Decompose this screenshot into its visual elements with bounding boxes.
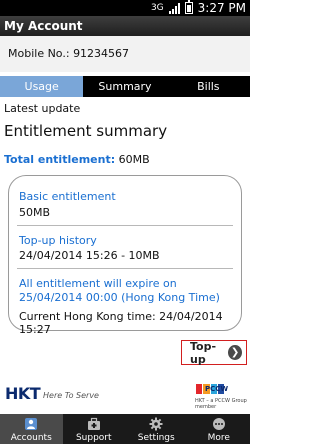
mobile-number-value: 91234567 — [73, 47, 130, 60]
tab-bills[interactable]: Bills — [167, 76, 250, 97]
mobile-number-label: Mobile No.: — [8, 47, 70, 60]
nav-accounts[interactable]: Accounts — [0, 414, 63, 444]
nav-more-label: More — [207, 433, 230, 443]
chevron-right-icon: ❯ — [228, 345, 242, 360]
bottom-nav: Accounts Support Settings More — [0, 414, 250, 444]
nav-support-label: Support — [75, 433, 112, 443]
expiry-notice: All entitlement will expire on 25/04/201… — [19, 277, 220, 304]
footer-logos: HKT Here To Serve PCCW HKT – a PCCW Grou… — [0, 382, 250, 412]
nav-accounts-label: Accounts — [10, 433, 52, 443]
hkt-tagline: Here To Serve — [43, 391, 99, 400]
topup-history-label: Top-up history — [19, 234, 97, 247]
battery-icon — [184, 0, 193, 14]
app-title: My Account — [0, 16, 250, 36]
topup-button-label: Top-up — [190, 339, 217, 366]
pccw-logo: PCCW — [205, 385, 229, 393]
mobile-number-row: Mobile No.: 91234567 — [0, 36, 250, 72]
total-entitlement-value: 60MB — [118, 153, 150, 166]
hkt-logo: HKT — [5, 384, 41, 403]
status-clock: 3:27 PM — [197, 1, 246, 15]
more-icon — [212, 418, 225, 430]
network-type-label: 3G — [150, 3, 164, 13]
nav-support[interactable]: Support — [63, 414, 126, 444]
toolbox-icon — [87, 417, 100, 430]
pccw-subtitle: HKT – a PCCW Group member — [195, 398, 247, 410]
status-icons: 3G 3:27 PM — [150, 0, 246, 15]
nav-settings-label: Settings — [137, 433, 175, 443]
total-entitlement-label: Total entitlement: — [4, 153, 116, 166]
basic-entitlement-value: 50MB — [19, 206, 51, 219]
nav-settings[interactable]: Settings — [125, 414, 188, 444]
card-divider — [17, 268, 233, 269]
entitlement-card: Basic entitlement 50MB Top-up history 24… — [8, 175, 242, 336]
nav-more[interactable]: More — [188, 414, 251, 444]
entitlement-title: Entitlement summary — [4, 122, 168, 140]
person-icon — [25, 418, 38, 430]
card-divider — [17, 225, 233, 226]
tab-bar: Usage Summary Bills — [0, 76, 250, 97]
current-hk-time: Current Hong Kong time: 24/04/2014 15:27 — [19, 310, 223, 336]
latest-update-label: Latest update — [4, 102, 81, 115]
total-entitlement: Total entitlement: 60MB — [4, 153, 150, 166]
status-bar: 3G 3:27 PM — [0, 0, 250, 16]
tab-summary[interactable]: Summary — [83, 76, 166, 97]
basic-entitlement-label: Basic entitlement — [19, 190, 116, 203]
topup-button[interactable]: Top-up ❯ — [181, 339, 247, 366]
signal-icon — [168, 2, 180, 14]
tab-usage[interactable]: Usage — [0, 76, 84, 97]
topup-history-value: 24/04/2014 15:26 - 10MB — [19, 249, 160, 262]
gear-icon — [149, 417, 163, 431]
